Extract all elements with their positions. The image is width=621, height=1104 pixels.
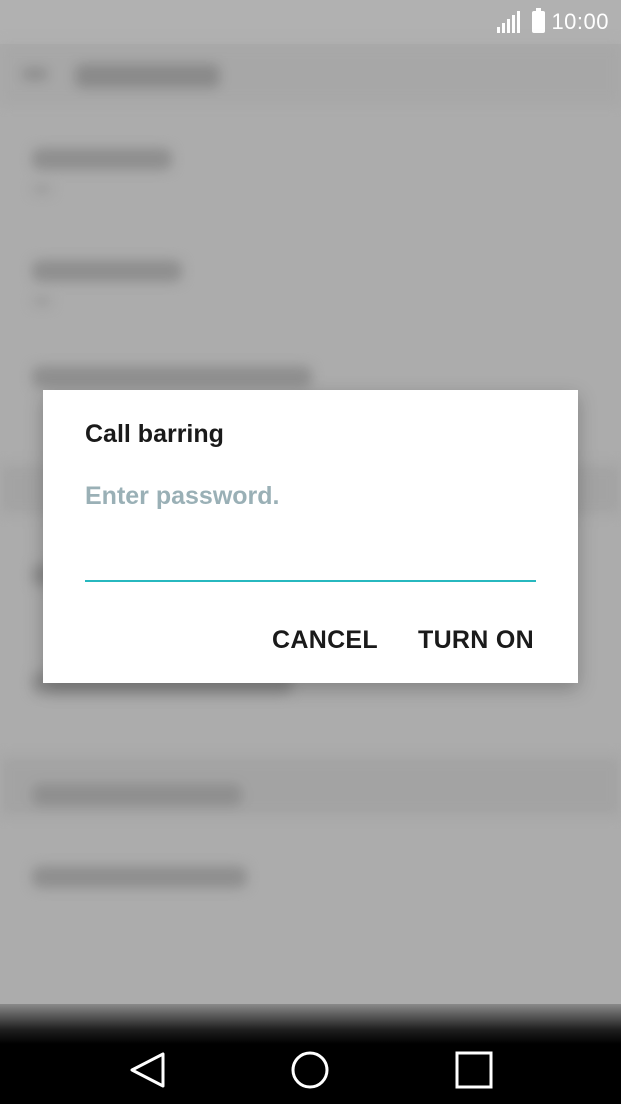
battery-icon	[532, 8, 546, 33]
back-icon[interactable]	[126, 1048, 170, 1092]
navigation-bar	[0, 1004, 621, 1104]
status-icons: 10:00	[497, 8, 609, 36]
call-barring-dialog: Call barring Enter password. CANCEL TURN…	[43, 390, 578, 683]
status-bar: 10:00	[0, 0, 621, 44]
password-placeholder: Enter password.	[85, 482, 280, 510]
password-field[interactable]: Enter password.	[85, 478, 536, 582]
signal-icon	[497, 11, 522, 33]
dialog-title: Call barring	[85, 420, 224, 448]
clock: 10:00	[551, 9, 609, 34]
home-icon[interactable]	[288, 1048, 332, 1092]
recents-icon[interactable]	[452, 1048, 496, 1092]
cancel-button[interactable]: CANCEL	[272, 626, 378, 655]
turn-on-button[interactable]: TURN ON	[418, 626, 534, 655]
password-field-underline	[85, 580, 536, 582]
